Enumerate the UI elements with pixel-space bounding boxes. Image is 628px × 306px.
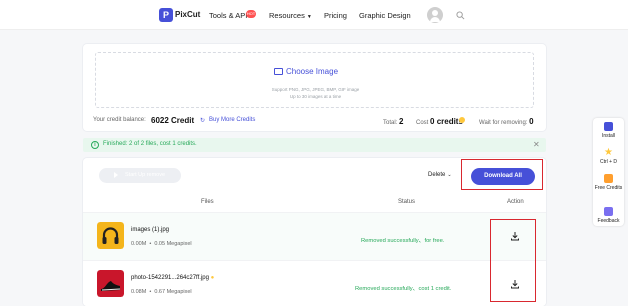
- highlight-box: [490, 219, 536, 302]
- folder-icon: [274, 68, 283, 75]
- sidebar-item-label: Free Credits: [594, 185, 623, 191]
- hot-badge: HOT: [246, 10, 256, 18]
- col-action: Action: [507, 199, 524, 205]
- floating-sidebar: Install ★ Ctrl + D Free Credits Feedback: [593, 118, 624, 226]
- nav-pricing[interactable]: Pricing: [324, 11, 347, 20]
- file-pixels: 0.67 Megapixel: [154, 289, 192, 295]
- results-panel: Start Up remove Delete ⌄ Download All Fil…: [83, 158, 546, 306]
- cost-label: Cost: [416, 120, 429, 126]
- sidebar-item-label: Feedback: [597, 218, 620, 224]
- top-nav: P PixCut Tools & API HOT Resources ▼ Pric…: [0, 0, 628, 30]
- col-files: Files: [201, 199, 214, 205]
- coin-icon: ●: [210, 275, 215, 281]
- nav-resources-label: Resources: [269, 11, 305, 20]
- wait-stat: Wait for removing: 0: [479, 117, 534, 126]
- search-icon[interactable]: [456, 11, 465, 20]
- cost-stat: Cost 0 credits: [416, 117, 463, 126]
- refresh-icon[interactable]: ↻: [200, 117, 205, 124]
- row-status: Removed successfully、cost 1 credit.: [355, 286, 452, 292]
- file-name: images (1).jpg: [131, 227, 170, 233]
- brand-name[interactable]: PixCut: [175, 10, 200, 19]
- install-icon: [604, 122, 613, 131]
- wait-value: 0: [529, 117, 534, 126]
- delete-dropdown[interactable]: Delete ⌄: [428, 172, 452, 178]
- table-row: images (1).jpg 0.00M • 0.05 Megapixel Re…: [83, 212, 546, 260]
- delete-label: Delete: [428, 172, 446, 178]
- gift-icon: [604, 174, 613, 183]
- nav-graphic-design[interactable]: Graphic Design: [359, 11, 411, 20]
- cost-value: 0 credits: [430, 117, 463, 126]
- upload-limit-text: Up to 30 images at a time: [289, 94, 342, 99]
- total-label: Total:: [383, 120, 398, 126]
- file-meta: 0.00M • 0.05 Megapixel: [131, 241, 192, 247]
- total-value: 2: [399, 117, 404, 126]
- pixcut-logo-icon[interactable]: P: [159, 8, 173, 22]
- shoe-thumbnail: [97, 270, 124, 297]
- sidebar-item-feedback[interactable]: Feedback: [593, 207, 624, 224]
- col-status: Status: [398, 199, 416, 205]
- file-size: 0.08M: [131, 289, 147, 295]
- sidebar-item-bookmark[interactable]: ★ Ctrl + D: [593, 147, 624, 166]
- sidebar-item-label: Ctrl + D: [599, 159, 618, 165]
- finished-banner: i Finished: 2 of 2 files, cost 1 credits…: [83, 138, 546, 152]
- chevron-down-icon: ⌄: [447, 172, 452, 178]
- info-icon: i: [91, 141, 99, 149]
- sidebar-item-install[interactable]: Install: [593, 122, 624, 139]
- chevron-down-icon: ▼: [306, 14, 312, 20]
- star-icon: ★: [604, 147, 613, 158]
- buy-more-credits-link[interactable]: Buy More Credits: [209, 117, 255, 123]
- close-icon[interactable]: ✕: [533, 140, 540, 149]
- table-row: photo-1542291...264c27ff.jpg ● 0.08M • 0…: [83, 260, 546, 306]
- finished-text: Finished: 2 of 2 files, cost 1 credits.: [103, 141, 197, 147]
- file-meta: 0.08M • 0.67 Megapixel: [131, 289, 192, 295]
- file-name-text: photo-1542291...264c27ff.jpg: [131, 275, 209, 281]
- start-remove-button[interactable]: Start Up remove: [99, 168, 181, 183]
- play-icon: [114, 172, 118, 178]
- file-pixels: 0.05 Megapixel: [154, 241, 192, 247]
- nav-resources[interactable]: Resources ▼: [269, 11, 312, 20]
- sidebar-item-free-credits[interactable]: Free Credits: [593, 174, 624, 191]
- avatar[interactable]: [427, 7, 443, 23]
- choose-image-button[interactable]: Choose Image: [286, 67, 338, 76]
- coin-icon: [459, 117, 465, 123]
- table-header: Files Status Action: [83, 197, 546, 209]
- highlight-box: [461, 159, 543, 190]
- support-formats-text: Support PNG, JPG, JPEG, BMP, GIF image: [271, 87, 360, 92]
- file-size: 0.00M: [131, 241, 147, 247]
- headphones-thumbnail: [97, 222, 124, 249]
- sidebar-item-label: Install: [601, 133, 616, 139]
- file-name: photo-1542291...264c27ff.jpg ●: [131, 275, 214, 281]
- wait-label: Wait for removing:: [479, 120, 528, 126]
- upload-dropzone[interactable]: Choose Image Support PNG, JPG, JPEG, BMP…: [95, 52, 534, 108]
- row-status: Removed successfully、for free.: [361, 238, 445, 244]
- nav-tools-api[interactable]: Tools & API: [209, 11, 247, 20]
- feedback-icon: [604, 207, 613, 216]
- total-stat: Total: 2: [383, 117, 403, 126]
- credit-balance-label: Your credit balance:: [93, 117, 146, 123]
- credit-balance-value: 6022 Credit: [151, 116, 195, 125]
